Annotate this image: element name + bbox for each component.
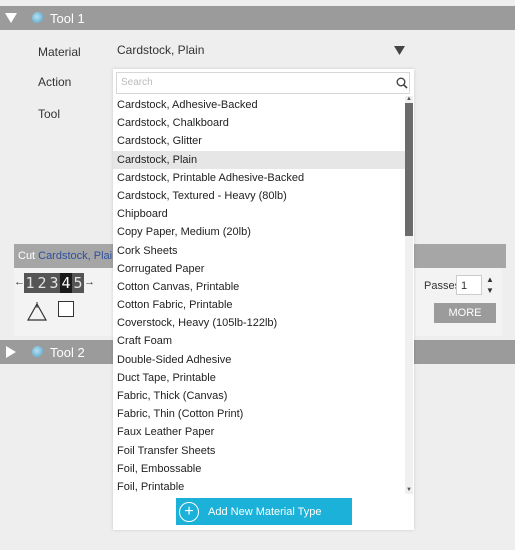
material-option[interactable]: Cardstock, Printable Adhesive-Backed bbox=[113, 169, 405, 187]
material-option[interactable]: Cardstock, Textured - Heavy (80lb) bbox=[113, 187, 405, 205]
add-new-material-label: Add New Material Type bbox=[208, 505, 322, 518]
scrollbar[interactable]: ▲ ▼ bbox=[405, 96, 413, 494]
material-option[interactable]: Corrugated Paper bbox=[113, 260, 405, 278]
scroll-down-icon[interactable]: ▼ bbox=[405, 487, 413, 494]
passes-input[interactable]: 1 bbox=[456, 275, 482, 295]
square-tool-icon[interactable] bbox=[58, 301, 74, 317]
tool2-title: Tool 2 bbox=[50, 344, 85, 360]
passes-stepper-icon[interactable]: ▲ ▼ bbox=[486, 274, 494, 296]
cut-prefix: Cut bbox=[18, 250, 36, 262]
tool-blade-icon bbox=[32, 12, 44, 24]
material-label: Material bbox=[38, 45, 81, 59]
material-option[interactable]: Fabric, Thin (Cotton Print) bbox=[113, 405, 405, 423]
material-option[interactable]: Duct Tape, Printable bbox=[113, 369, 405, 387]
more-button[interactable]: MORE bbox=[434, 303, 496, 323]
material-option[interactable]: Cardstock, Chalkboard bbox=[113, 114, 405, 132]
material-option[interactable]: Foil, Embossable bbox=[113, 460, 405, 478]
triangle-tool-icon[interactable] bbox=[26, 302, 48, 327]
tool-blade-icon bbox=[32, 346, 44, 358]
material-option[interactable]: Foil, Printable bbox=[113, 478, 405, 494]
right-arrow-icon[interactable]: → bbox=[84, 276, 95, 288]
digit-3[interactable]: 3 bbox=[48, 273, 60, 293]
material-option[interactable]: Cardstock, Glitter bbox=[113, 132, 405, 150]
material-option[interactable]: Foil Transfer Sheets bbox=[113, 442, 405, 460]
material-option[interactable]: Cork Sheets bbox=[113, 242, 405, 260]
passes-label: Passes bbox=[424, 280, 461, 292]
material-option[interactable]: Cotton Fabric, Printable bbox=[113, 296, 405, 314]
material-option[interactable]: Cardstock, Adhesive-Backed bbox=[113, 96, 405, 114]
search-input[interactable]: Search bbox=[116, 72, 410, 94]
collapse-triangle-icon[interactable] bbox=[0, 13, 22, 23]
digit-5[interactable]: 5 bbox=[72, 273, 84, 293]
digit-2[interactable]: 2 bbox=[36, 273, 48, 293]
material-option[interactable]: Cotton Canvas, Printable bbox=[113, 278, 405, 296]
material-option[interactable]: Faux Leather Paper bbox=[113, 423, 405, 441]
material-dropdown: Search Cardstock, Adhesive-Backed Cardsto… bbox=[113, 69, 414, 530]
blade-depth-selector[interactable]: 1 2 3 4 5 bbox=[24, 273, 84, 293]
tool-label: Tool bbox=[38, 107, 61, 121]
material-option[interactable]: Craft Foam bbox=[113, 332, 405, 350]
material-list: Cardstock, Adhesive-Backed Cardstock, Cha… bbox=[113, 96, 405, 494]
search-icon[interactable] bbox=[396, 76, 408, 94]
tool1-header[interactable]: Tool 1 bbox=[0, 6, 515, 30]
material-option[interactable]: Fabric, Thick (Canvas) bbox=[113, 387, 405, 405]
plus-circle-icon: + bbox=[179, 501, 199, 522]
expand-triangle-icon[interactable] bbox=[0, 346, 22, 358]
material-option[interactable]: Cardstock, Plain bbox=[113, 150, 405, 169]
material-option[interactable]: Copy Paper, Medium (20lb) bbox=[113, 223, 405, 241]
material-option[interactable]: Double-Sided Adhesive bbox=[113, 351, 405, 369]
material-option[interactable]: Chipboard bbox=[113, 205, 405, 223]
add-new-material-button[interactable]: + Add New Material Type bbox=[176, 498, 352, 525]
material-option[interactable]: Coverstock, Heavy (105lb-122lb) bbox=[113, 314, 405, 332]
chevron-down-icon[interactable] bbox=[394, 42, 405, 60]
material-select[interactable]: Cardstock, Plain bbox=[117, 43, 204, 57]
digit-4[interactable]: 4 bbox=[60, 273, 72, 293]
scroll-up-icon[interactable]: ▲ bbox=[405, 96, 413, 103]
action-label: Action bbox=[38, 75, 72, 89]
cut-material-link[interactable]: Cardstock, Plain bbox=[38, 250, 118, 262]
digit-1[interactable]: 1 bbox=[24, 273, 36, 293]
scroll-thumb[interactable] bbox=[405, 103, 413, 236]
tool1-title: Tool 1 bbox=[50, 10, 85, 26]
